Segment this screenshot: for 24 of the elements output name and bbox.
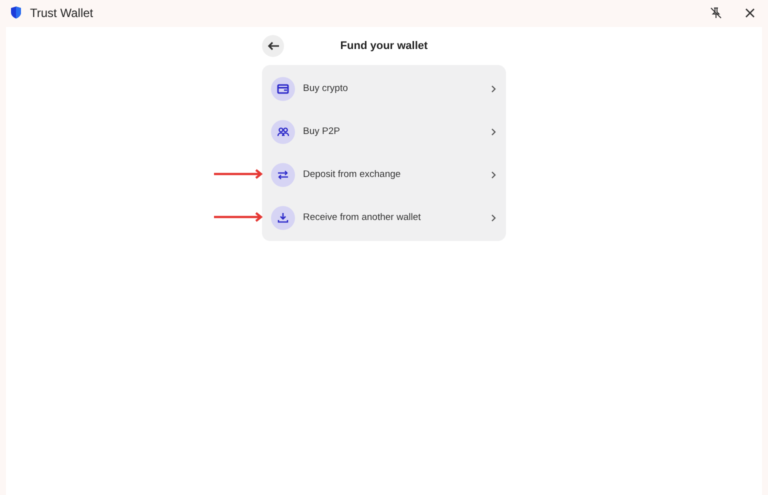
- chevron-right-icon: [491, 84, 496, 92]
- option-item[interactable]: Deposit from exchange: [262, 153, 506, 196]
- option-label: Receive from another wallet: [303, 212, 422, 223]
- back-button[interactable]: [262, 35, 284, 57]
- close-icon: [745, 8, 755, 18]
- option-label: Deposit from exchange: [303, 169, 402, 180]
- download-icon: [277, 212, 289, 223]
- chevron-right-icon: [491, 214, 496, 222]
- option-item[interactable]: Buy P2P: [262, 110, 506, 153]
- option-item[interactable]: Buy crypto: [262, 67, 506, 110]
- card-icon: [277, 84, 289, 94]
- chevron-right-icon: [491, 128, 496, 136]
- option-label: Buy P2P: [303, 126, 341, 137]
- swap-icon: [277, 170, 289, 180]
- window-title: Trust Wallet: [30, 6, 94, 20]
- page-title: Fund your wallet: [339, 40, 429, 52]
- people-icon: [277, 126, 289, 136]
- shield-logo-icon: [10, 6, 22, 19]
- chevron-right-icon: [491, 170, 496, 178]
- option-label: Buy crypto: [303, 83, 349, 94]
- unpin-icon: [710, 6, 722, 18]
- unpin-button[interactable]: [708, 4, 724, 20]
- option-item[interactable]: Receive from another wallet: [262, 196, 506, 239]
- arrow-left-icon: [266, 41, 280, 51]
